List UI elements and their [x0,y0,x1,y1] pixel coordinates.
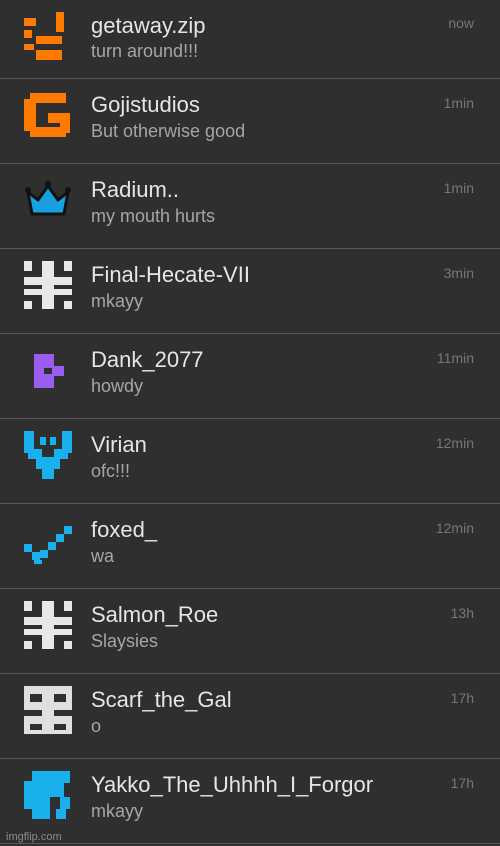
conversation-time: 3min [443,265,474,281]
orange-pixel-glyph-icon [22,10,74,62]
conversation-message: wa [91,546,115,566]
cyan-pixel-blob-icon [22,769,74,821]
conversation-time: now [448,15,474,31]
conversation-row-dank-2077[interactable]: Dank_2077 howdy 11min [0,334,500,419]
white-pixel-face-icon [22,684,74,736]
watermark: imgflip.com [6,831,62,843]
conversation-row-radium[interactable]: Radium.. my mouth hurts 1min [0,164,500,249]
cyan-pixel-shield-icon [22,429,74,481]
conversation-row-gojistudios[interactable]: Gojistudios But otherwise good 1min [0,79,500,164]
conversation-message: mkayy [91,291,144,311]
conversation-name: foxed_ [91,517,158,542]
conversation-time: 1min [443,95,474,111]
conversation-time: 12min [435,520,474,536]
conversation-message: howdy [91,376,144,396]
conversation-message: mkayy [91,801,144,821]
conversation-row-foxed[interactable]: foxed_ wa 12min [0,504,500,589]
conversation-time: 11min [436,350,474,366]
conversation-message: o [91,716,102,736]
conversation-row-salmon-roe[interactable]: Salmon_Roe Slaysies 13h [0,589,500,674]
conversation-name: Virian [91,432,147,457]
conversation-time: 12min [435,435,474,451]
conversation-time: 17h [450,690,474,706]
conversation-name: Salmon_Roe [91,602,219,627]
conversation-name: Dank_2077 [91,347,204,372]
white-pixel-grid-icon [22,599,74,651]
conversation-message: turn around!!! [91,41,199,61]
blue-crown-icon [22,174,74,226]
white-pixel-grid-icon [22,259,74,311]
purple-pixel-icon [22,344,74,396]
conversation-message: my mouth hurts [91,206,216,226]
conversation-message: Slaysies [91,631,159,651]
conversation-list: getaway.zip turn around!!! now Gojistudi… [0,0,500,844]
conversation-time: 13h [450,605,474,621]
conversation-time: 1min [443,180,474,196]
conversation-name: Scarf_the_Gal [91,687,232,712]
conversation-row-virian[interactable]: Virian ofc!!! 12min [0,419,500,504]
conversation-row-final-hecate-vii[interactable]: Final-Hecate-VII mkayy 3min [0,249,500,334]
conversation-name: Gojistudios [91,92,200,117]
conversation-name: Yakko_The_Uhhhh_I_Forgor [91,772,374,797]
conversation-name: Final-Hecate-VII [91,262,250,287]
conversation-row-scarf-the-gal[interactable]: Scarf_the_Gal o 17h [0,674,500,759]
conversation-time: 17h [450,775,474,791]
orange-g-logo-icon [22,89,74,141]
cyan-pixel-check-icon [22,514,74,566]
conversation-message: ofc!!! [91,461,131,481]
conversation-name: Radium.. [91,177,180,202]
conversation-row-getaway-zip[interactable]: getaway.zip turn around!!! now [0,0,500,79]
conversation-message: But otherwise good [91,121,246,141]
conversation-name: getaway.zip [91,13,206,38]
conversation-row-yakko[interactable]: Yakko_The_Uhhhh_I_Forgor mkayy 17h [0,759,500,844]
